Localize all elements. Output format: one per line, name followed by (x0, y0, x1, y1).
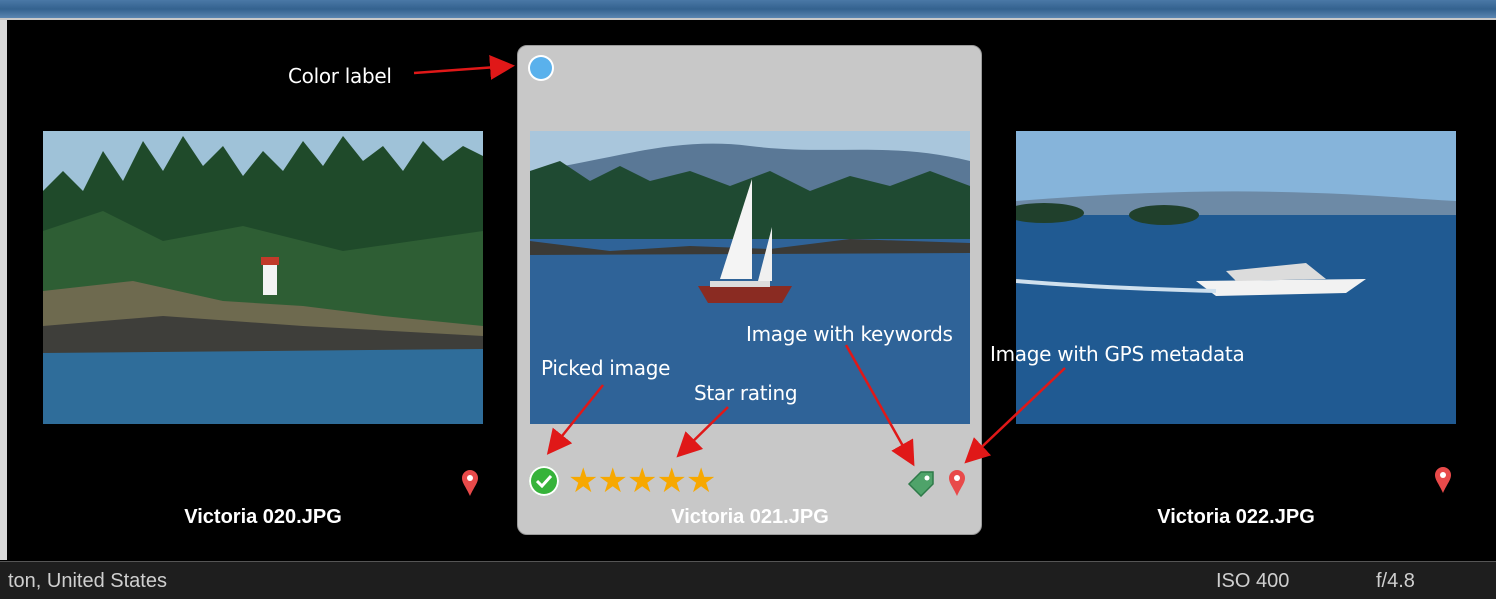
gps-pin-icon (462, 470, 478, 496)
annotation-keywords: Image with keywords (746, 322, 953, 346)
photo-yacht (1016, 131, 1456, 424)
left-scroll-edge (0, 20, 7, 560)
thumbnail-filename: Victoria 021.JPG (671, 506, 829, 528)
annotation-picked-image: Picked image (541, 356, 671, 380)
annotation-star-rating: Star rating (694, 381, 798, 405)
arrow-color-label (413, 54, 515, 80)
annotation-color-label: Color label (288, 64, 392, 88)
keyword-tag-icon (907, 471, 934, 497)
annotation-gps: Image with GPS metadata (990, 342, 1245, 366)
top-image-strip (0, 0, 1496, 18)
photo-lighthouse (43, 131, 483, 424)
thumbnail-filename: Victoria 020.JPG (184, 506, 342, 528)
star-rating[interactable]: ★★★★★ (568, 461, 716, 501)
thumbnail-filename: Victoria 022.JPG (1157, 506, 1315, 528)
gps-pin-icon (949, 470, 965, 496)
top-divider (0, 18, 1496, 20)
checkmark-icon (536, 474, 552, 488)
gps-pin-icon (1435, 467, 1451, 493)
status-aperture: f/4.8 (1376, 570, 1415, 592)
color-label-indicator[interactable] (530, 57, 552, 79)
status-iso: ISO 400 (1216, 570, 1290, 592)
status-location: ton, United States (8, 570, 167, 592)
